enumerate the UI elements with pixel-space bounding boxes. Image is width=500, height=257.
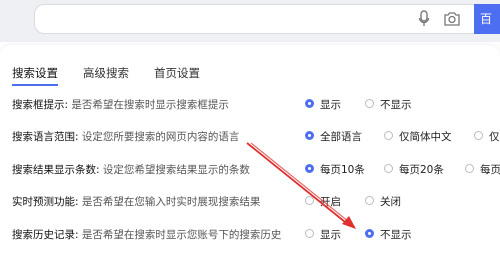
setting-row-search-language: 搜索语言范围: 设定您所要搜索的网页内容的语言 全部语言 仅简体中文 仅 <box>12 131 500 143</box>
setting-row-results-count: 搜索结果显示条数: 设定您希望搜索结果显示的条数 每页10条 每页20条 每页 <box>12 164 500 176</box>
settings-panel: 搜索设置 高级搜索 首页设置 <box>0 45 500 257</box>
tab-homepage-settings[interactable]: 首页设置 <box>154 65 200 81</box>
setting-label: 实时预测功能: <box>12 196 79 208</box>
camera-icon[interactable] <box>443 11 461 27</box>
setting-description: 设定您所要搜索的网页内容的语言 <box>81 131 240 143</box>
active-tab-indicator <box>12 84 58 86</box>
setting-description: 设定您希望搜索结果显示的条数 <box>102 164 250 176</box>
tab-search-settings[interactable]: 搜索设置 <box>12 65 58 81</box>
radio-unchecked-icon[interactable] <box>384 164 393 173</box>
radio-unchecked-icon[interactable] <box>384 131 393 140</box>
top-bar: 百 <box>0 0 500 42</box>
setting-description: 是否希望在搜索时显示您账号下的搜索历史 <box>81 229 282 241</box>
radio-unchecked-icon[interactable] <box>465 164 474 173</box>
radio-unchecked-icon[interactable] <box>474 131 483 140</box>
search-button[interactable]: 百 <box>474 4 500 34</box>
radio-checked-icon[interactable] <box>305 131 314 140</box>
setting-row-search-hint: 搜索框提示: 是否希望在搜索时显示搜索框提示 显示 不显示 <box>12 99 412 111</box>
tab-advanced-search[interactable]: 高级搜索 <box>83 65 129 81</box>
setting-label: 搜索语言范围: <box>12 131 79 143</box>
search-input[interactable] <box>34 4 474 34</box>
radio-checked-icon[interactable] <box>365 229 374 238</box>
setting-label: 搜索历史记录: <box>12 229 79 241</box>
radio-checked-icon[interactable] <box>305 99 314 108</box>
setting-description: 是否希望在您输入时实时展现搜索结果 <box>81 196 261 208</box>
radio-unchecked-icon[interactable] <box>365 196 374 205</box>
radio-unchecked-icon[interactable] <box>305 196 314 205</box>
setting-row-realtime-prediction: 实时预测功能: 是否希望在您输入时实时展现搜索结果 开启 关闭 <box>12 196 401 208</box>
microphone-icon[interactable] <box>418 10 430 28</box>
setting-row-search-history: 搜索历史记录: 是否希望在搜索时显示您账号下的搜索历史 显示 不显示 <box>12 229 412 241</box>
setting-description: 是否希望在搜索时显示搜索框提示 <box>71 99 229 111</box>
radio-checked-icon[interactable] <box>305 164 314 173</box>
setting-label: 搜索框提示: <box>12 99 69 111</box>
radio-unchecked-icon[interactable] <box>365 99 374 108</box>
radio-unchecked-icon[interactable] <box>305 229 314 238</box>
setting-label: 搜索结果显示条数: <box>12 164 100 176</box>
